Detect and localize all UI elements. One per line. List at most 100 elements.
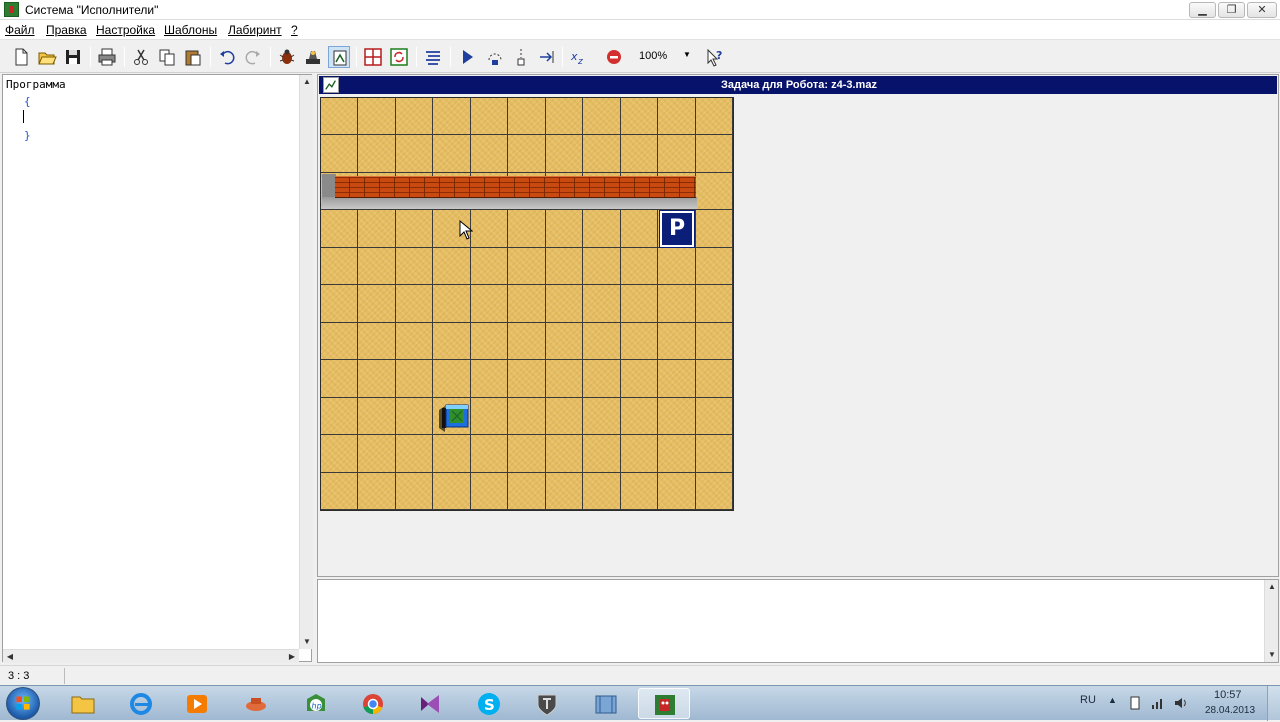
field-cell[interactable] xyxy=(470,98,509,136)
minimize-button[interactable]: ▁ xyxy=(1189,2,1216,18)
field-cell[interactable] xyxy=(433,322,471,361)
field-cell[interactable] xyxy=(695,322,733,361)
list-icon[interactable] xyxy=(422,46,444,68)
field-cell[interactable] xyxy=(433,98,471,136)
field-cell[interactable] xyxy=(583,397,621,436)
scroll-right-icon[interactable]: ▶ xyxy=(285,650,299,664)
show-desktop-button[interactable] xyxy=(1267,686,1280,721)
field-cell[interactable] xyxy=(658,322,696,361)
field-cell[interactable] xyxy=(321,210,359,248)
field-cell[interactable] xyxy=(508,247,546,286)
field-cell[interactable] xyxy=(321,285,359,323)
copy-icon[interactable] xyxy=(156,46,178,68)
print-icon[interactable] xyxy=(96,46,118,68)
menu-edit[interactable]: Правка xyxy=(46,23,87,37)
field-cell[interactable] xyxy=(620,472,659,510)
device-icon[interactable] xyxy=(1128,696,1142,710)
field-cell[interactable] xyxy=(508,210,546,248)
field-cell[interactable] xyxy=(545,210,584,248)
field-cell[interactable] xyxy=(508,98,546,136)
field-cell[interactable] xyxy=(358,397,396,436)
stop-icon[interactable] xyxy=(603,46,625,68)
run-icon[interactable] xyxy=(456,46,478,68)
field-cell[interactable] xyxy=(395,435,434,473)
field-cell[interactable] xyxy=(545,98,584,136)
field-cell[interactable] xyxy=(583,360,621,398)
redo-icon[interactable] xyxy=(242,46,264,68)
field-cell[interactable] xyxy=(358,285,396,323)
field-cell[interactable] xyxy=(695,360,733,398)
field-cell[interactable] xyxy=(658,98,696,136)
field-cell[interactable] xyxy=(470,360,509,398)
field-cell[interactable] xyxy=(470,435,509,473)
field-cell[interactable] xyxy=(658,472,696,510)
field-cell[interactable] xyxy=(395,322,434,361)
taskbar-media-player[interactable] xyxy=(171,688,223,719)
field-cell[interactable] xyxy=(395,397,434,436)
field-cell[interactable] xyxy=(583,135,621,173)
field-cell[interactable] xyxy=(395,98,434,136)
field-cell[interactable] xyxy=(358,247,396,286)
field-cell[interactable] xyxy=(545,135,584,173)
tray-expand-icon[interactable]: ▲ xyxy=(1108,695,1117,705)
variables-icon[interactable]: xz xyxy=(568,46,590,68)
field-cell[interactable] xyxy=(508,135,546,173)
taskbar-chrome[interactable] xyxy=(347,688,399,719)
field-cell[interactable] xyxy=(395,210,434,248)
language-indicator[interactable]: RU xyxy=(1080,694,1096,706)
field-cell[interactable] xyxy=(545,285,584,323)
field-cell[interactable] xyxy=(358,98,396,136)
field-cell[interactable] xyxy=(545,247,584,286)
step-into-icon[interactable] xyxy=(510,46,532,68)
field-cell[interactable] xyxy=(395,360,434,398)
draftsman-executor-icon[interactable] xyxy=(328,46,350,68)
field-cell[interactable] xyxy=(583,285,621,323)
field-cell[interactable] xyxy=(358,472,396,510)
taskbar-explorer[interactable] xyxy=(57,688,109,719)
field-cell[interactable] xyxy=(321,360,359,398)
field-cell[interactable] xyxy=(695,247,733,286)
taskbar-world-of-tanks[interactable] xyxy=(521,688,573,719)
field-cell[interactable] xyxy=(545,360,584,398)
scroll-down-icon[interactable]: ▼ xyxy=(300,635,314,649)
step-over-icon[interactable] xyxy=(484,46,506,68)
field-cell[interactable] xyxy=(470,472,509,510)
field-cell[interactable] xyxy=(583,210,621,248)
field-cell[interactable] xyxy=(508,285,546,323)
field-cell[interactable] xyxy=(620,285,659,323)
save-icon[interactable] xyxy=(62,46,84,68)
scroll-up-icon[interactable]: ▲ xyxy=(1265,580,1279,594)
field-cell[interactable] xyxy=(321,247,359,286)
field-cell[interactable] xyxy=(695,135,733,173)
program-editor[interactable]: Программа { } ▲ ▼ ◀ ▶ xyxy=(2,74,314,663)
maximize-button[interactable]: ❐ xyxy=(1218,2,1245,18)
field-cell[interactable] xyxy=(470,285,509,323)
clock-time[interactable]: 10:57 xyxy=(1214,689,1242,701)
editor-horizontal-scrollbar[interactable]: ◀ ▶ xyxy=(3,649,299,663)
output-pane[interactable]: ▲ ▼ xyxy=(317,579,1279,663)
field-cell[interactable] xyxy=(658,360,696,398)
field-cell[interactable] xyxy=(433,360,471,398)
field-cell[interactable] xyxy=(470,210,509,248)
new-file-icon[interactable] xyxy=(10,46,32,68)
field-cell[interactable] xyxy=(620,210,659,248)
scroll-down-icon[interactable]: ▼ xyxy=(1265,648,1279,662)
field-cell[interactable] xyxy=(470,322,509,361)
field-cell[interactable] xyxy=(658,285,696,323)
field-cell[interactable] xyxy=(470,397,509,436)
field-cell[interactable] xyxy=(658,435,696,473)
field-cell[interactable] xyxy=(620,247,659,286)
field-cell[interactable] xyxy=(508,472,546,510)
field-cell[interactable] xyxy=(321,397,359,436)
cut-icon[interactable] xyxy=(130,46,152,68)
field-cell[interactable] xyxy=(695,285,733,323)
zoom-select[interactable]: 100% ▼ xyxy=(636,47,694,67)
clock-date[interactable]: 28.04.2013 xyxy=(1205,705,1255,716)
field-cell[interactable] xyxy=(583,98,621,136)
field-cell[interactable] xyxy=(433,247,471,286)
field-cell[interactable] xyxy=(358,360,396,398)
field-cell[interactable] xyxy=(321,435,359,473)
field-cell[interactable] xyxy=(620,397,659,436)
close-button[interactable]: ✕ xyxy=(1247,2,1277,18)
menu-templates[interactable]: Шаблоны xyxy=(164,23,217,37)
